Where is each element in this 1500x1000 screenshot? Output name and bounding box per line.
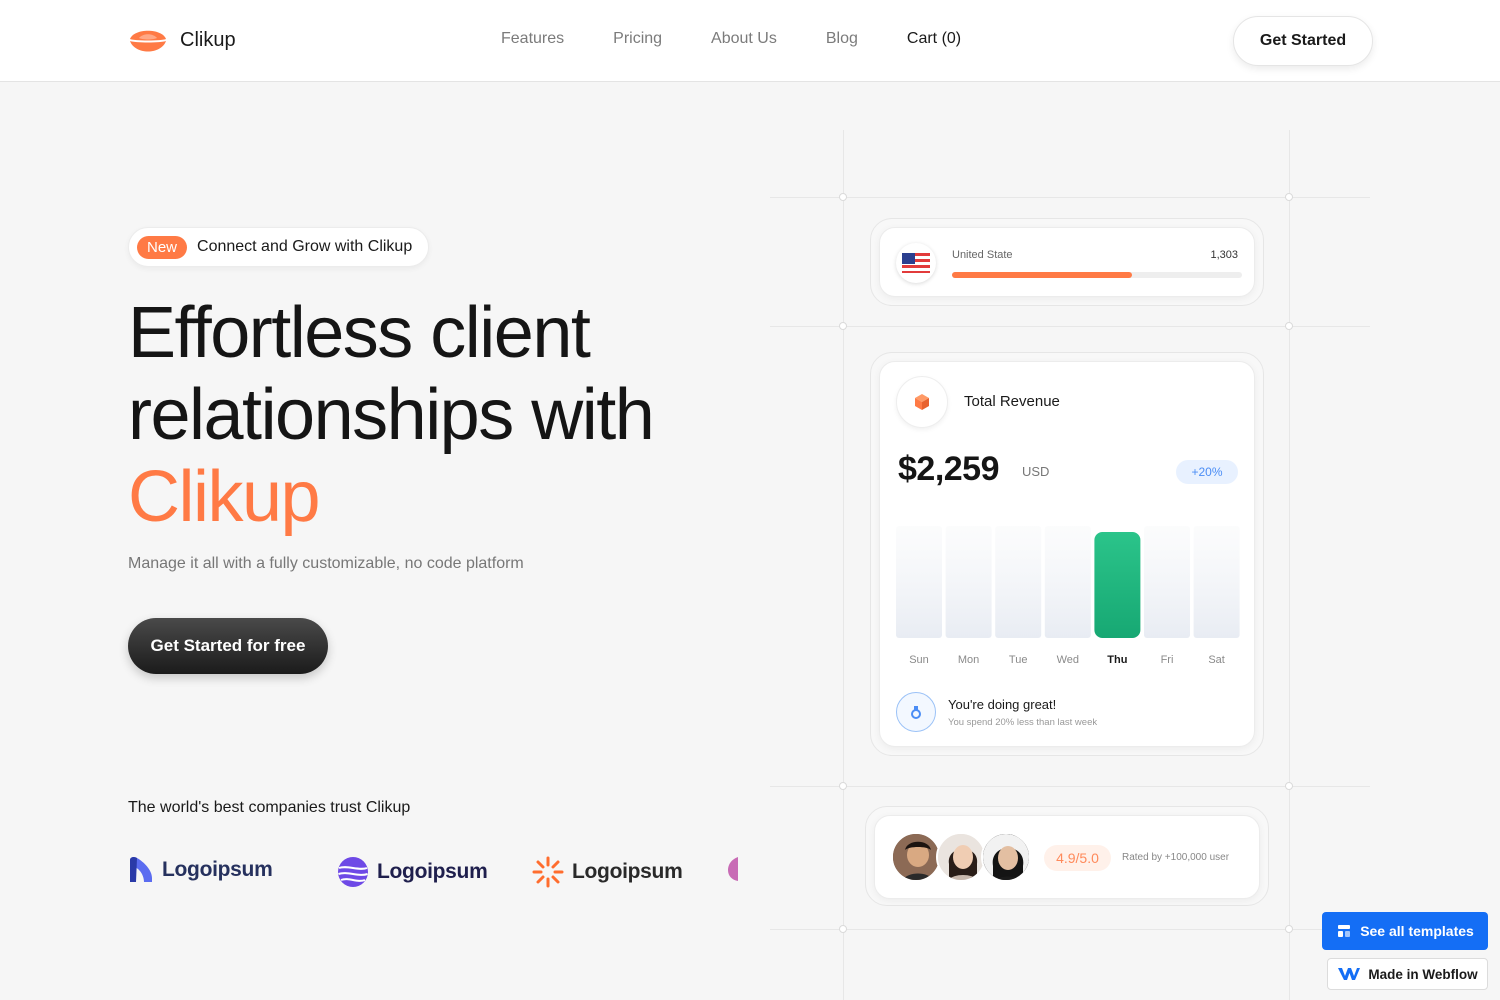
clikup-logo-icon (130, 30, 166, 52)
revenue-currency: USD (1022, 464, 1050, 479)
day-label: Mon (957, 654, 980, 666)
avatar (891, 832, 941, 882)
grid-line (843, 130, 844, 1000)
logo-name: Logoipsum (377, 860, 488, 883)
avatar (981, 832, 1031, 882)
hero-title-accent: Clikup (128, 457, 321, 537)
day-bar (1044, 526, 1091, 638)
company-logo: Logoipsum (128, 856, 273, 884)
day-bar (1144, 526, 1190, 638)
rating-badge: 4.9/5.0 (1044, 845, 1111, 871)
see-all-templates-label: See all templates (1360, 923, 1474, 939)
logoipsum-partial-icon (728, 857, 738, 881)
made-in-webflow-label: Made in Webflow (1368, 966, 1478, 982)
day-label: Fri (1160, 654, 1174, 666)
webflow-logo-icon (1338, 968, 1361, 980)
country-name: United State (952, 249, 1013, 261)
grid-node (839, 193, 847, 201)
country-progress-fill (952, 272, 1132, 278)
logoipsum-sphere-icon (338, 857, 368, 887)
revenue-card: Total Revenue $2,259 USD +20% Sun Mon Tue W… (870, 352, 1264, 756)
grid-line (1289, 130, 1290, 1000)
revenue-title: Total Revenue (964, 393, 1060, 410)
hero-title: Effortless client relationships with Cli… (128, 292, 655, 538)
announcement-text: Connect and Grow with Clikup (197, 238, 413, 255)
day-bar (896, 526, 942, 638)
company-logo-partial (726, 856, 738, 882)
revenue-change-badge: +20% (1176, 460, 1238, 484)
status-subtitle: You spend 20% less than last week (948, 717, 1098, 728)
nav-links: Features Pricing About Us Blog Cart (0) (501, 30, 961, 48)
rated-by-text: Rated by +100,000 user (1122, 852, 1230, 863)
day-bar (995, 526, 1042, 638)
box-icon (896, 376, 948, 428)
nav-link-pricing[interactable]: Pricing (613, 30, 662, 48)
navbar: Clikup Features Pricing About Us Blog Ca… (0, 0, 1500, 82)
company-logo: Logoipsum (337, 856, 488, 888)
see-all-templates-button[interactable]: See all templates (1322, 912, 1488, 950)
day-label: Thu (1107, 654, 1128, 666)
grid-node (839, 925, 847, 933)
hero-subtitle: Manage it all with a fully customizable,… (128, 555, 524, 572)
avatar (936, 832, 986, 882)
hero-title-line-1: Effortless client (128, 293, 591, 373)
weekly-bar-chart (896, 526, 1240, 638)
get-started-free-button[interactable]: Get Started for free (128, 618, 328, 674)
nav-link-features[interactable]: Features (501, 30, 564, 48)
company-logo: Logoipsum (532, 856, 683, 888)
logo-name: Logoipsum (162, 858, 273, 881)
revenue-amount: $2,259 (898, 450, 1000, 488)
grid-node (1285, 925, 1293, 933)
day-bar (1193, 526, 1240, 638)
logoipsum-mark-icon (130, 856, 152, 882)
rating-card-inner: 4.9/5.0 Rated by +100,000 user (874, 815, 1260, 899)
grid-node (1285, 322, 1293, 330)
day-bar (945, 526, 992, 638)
get-started-button[interactable]: Get Started (1233, 16, 1373, 66)
grid-node (1285, 782, 1293, 790)
rating-card: 4.9/5.0 Rated by +100,000 user (865, 806, 1269, 906)
country-value: 1,303 (1210, 249, 1238, 261)
made-in-webflow-badge[interactable]: Made in Webflow (1327, 958, 1488, 990)
hero-title-line-2: relationships with (128, 375, 655, 455)
grid-line (770, 786, 1370, 787)
logoipsum-sunburst-icon (532, 856, 564, 888)
logo-name: Logoipsum (572, 860, 683, 883)
trust-heading: The world's best companies trust Clikup (128, 799, 411, 816)
grid-line (770, 929, 1370, 930)
brand-logo-link[interactable]: Clikup (128, 24, 236, 56)
company-logos-marquee: Logoipsum Logoipsum Logoipsum (128, 856, 738, 892)
day-label: Sat (1208, 654, 1225, 666)
nav-link-about-us[interactable]: About Us (711, 30, 777, 48)
new-badge: New (137, 235, 188, 259)
grid-line (770, 326, 1370, 327)
day-label: Sun (909, 654, 929, 666)
medal-icon (896, 692, 936, 732)
webflow-templates-icon (1338, 925, 1351, 937)
active-day-bar (1094, 532, 1141, 638)
grid-line (770, 197, 1370, 198)
announcement-pill[interactable]: New Connect and Grow with Clikup (128, 227, 430, 267)
country-card-inner: United State 1,303 (879, 227, 1255, 297)
nav-link-blog[interactable]: Blog (826, 30, 858, 48)
day-label: Wed (1056, 654, 1079, 666)
grid-node (839, 782, 847, 790)
us-flag-icon (896, 243, 936, 283)
nav-cart-link[interactable]: Cart (0) (907, 30, 961, 48)
day-label: Tue (1008, 654, 1028, 666)
grid-node (1285, 193, 1293, 201)
country-progress-track (952, 272, 1242, 278)
revenue-card-inner: Total Revenue $2,259 USD +20% Sun Mon Tue W… (879, 361, 1255, 747)
grid-node (839, 322, 847, 330)
status-title: You're doing great! (948, 697, 1057, 712)
brand-name: Clikup (180, 28, 236, 51)
country-card: United State 1,303 (870, 218, 1264, 306)
